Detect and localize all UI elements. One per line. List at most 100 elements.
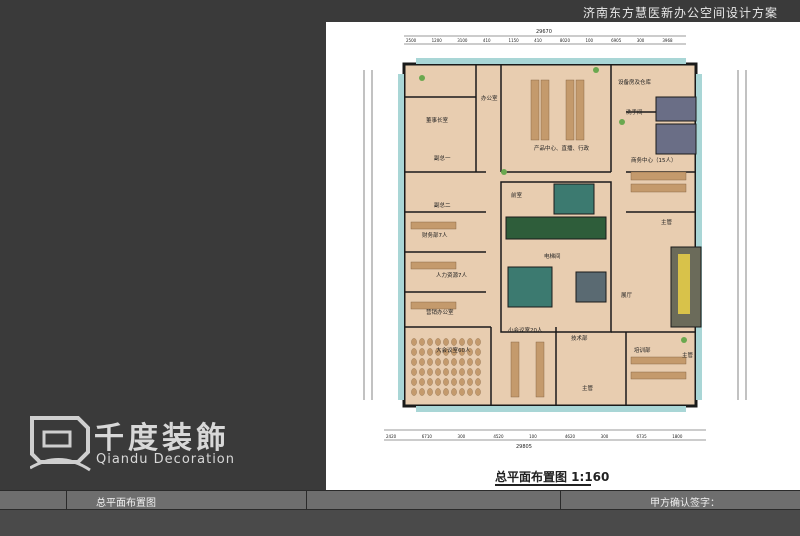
dimension-label: 1200 xyxy=(432,38,443,43)
seat xyxy=(427,358,433,366)
seat xyxy=(459,388,465,396)
client-signature-label: 甲方确认签字： xyxy=(650,498,720,509)
logo-text-en: Qiandu Decoration xyxy=(96,452,235,467)
dimension-label: 100 xyxy=(585,38,593,43)
room-supervisor-a: 主管 xyxy=(661,218,673,226)
seat xyxy=(419,338,425,346)
dimension-label: 6735 xyxy=(636,434,647,439)
room-tech: 技术部 xyxy=(571,334,588,342)
room-small-meeting: 小会议室20人 xyxy=(508,326,543,334)
seat xyxy=(459,378,465,386)
bar-divider xyxy=(560,490,561,510)
room-hr: 人力资源7人 xyxy=(436,271,467,279)
seat xyxy=(451,378,457,386)
bar-divider xyxy=(66,490,67,510)
room-marketing: 营销办公室 xyxy=(426,308,454,316)
room-equipment: 设备房及仓库 xyxy=(618,78,652,86)
dimension-label: 2420 xyxy=(386,434,397,439)
dimension-label: 410 xyxy=(534,38,542,43)
seat xyxy=(435,378,441,386)
seat xyxy=(467,368,473,376)
seat xyxy=(443,358,449,366)
seat xyxy=(475,348,481,356)
dimension-label: 300 xyxy=(601,434,609,439)
seat xyxy=(467,388,473,396)
drawing-name: 总平面布置图 xyxy=(96,498,156,509)
room-finance: 财务部7人 xyxy=(422,231,448,239)
footer-strip xyxy=(0,510,800,536)
room-vp-two: 副总二 xyxy=(434,201,451,209)
seat xyxy=(451,358,457,366)
caption-underline xyxy=(495,484,591,486)
seat xyxy=(427,348,433,356)
bottom-total-dim: 29805 xyxy=(516,444,532,450)
logo-text-cn: 千度装飾 xyxy=(94,421,230,456)
seat xyxy=(427,388,433,396)
dimension-label: 6905 xyxy=(611,38,622,43)
room-showroom: 展厅 xyxy=(621,292,633,299)
room-business-center: 商务中心（15人） xyxy=(631,156,677,164)
room-elevator-hall: 电梯间 xyxy=(544,252,561,260)
dimension-label: 3968 xyxy=(662,38,673,43)
seat xyxy=(419,388,425,396)
seat xyxy=(427,338,433,346)
seat xyxy=(443,338,449,346)
room-vp-one: 副总一 xyxy=(434,154,451,162)
seat xyxy=(435,358,441,366)
drawing-sheet: 29670 2500 1200 3100 410 1150 410 8020 100 6905 3… xyxy=(326,22,800,490)
seat xyxy=(443,368,449,376)
seat xyxy=(411,388,417,396)
seat xyxy=(475,338,481,346)
seat xyxy=(435,368,441,376)
dimension-label: 1150 xyxy=(509,38,520,43)
seat xyxy=(443,378,449,386)
seat xyxy=(435,388,441,396)
seat xyxy=(419,368,425,376)
dimension-label: 1800 xyxy=(672,434,683,439)
seat xyxy=(419,378,425,386)
seat xyxy=(427,368,433,376)
bottom-dimensions: 2420 6710 300 4520 100 4620 300 6735 1800 xyxy=(386,434,683,439)
seat xyxy=(459,368,465,376)
seat xyxy=(427,378,433,386)
seat xyxy=(411,338,417,346)
seat xyxy=(459,358,465,366)
dimension-label: 4520 xyxy=(493,434,504,439)
seat xyxy=(475,388,481,396)
room-product-center: 产品中心、直播、行政 xyxy=(534,144,590,152)
bar-divider xyxy=(306,490,307,510)
dimension-label: 100 xyxy=(529,434,537,439)
room-supervisor-c: 主管 xyxy=(682,351,694,359)
seat xyxy=(475,368,481,376)
seat xyxy=(411,348,417,356)
dimension-label: 300 xyxy=(458,434,466,439)
room-large-meeting: 大会议室60人 xyxy=(436,346,471,354)
dimension-label: 300 xyxy=(637,38,645,43)
seat xyxy=(419,348,425,356)
seat xyxy=(467,358,473,366)
seat xyxy=(467,338,473,346)
room-supervisor-b: 主管 xyxy=(582,384,594,392)
floor-plan: 29670 2500 1200 3100 410 1150 410 8020 100 6905 3… xyxy=(363,29,747,450)
seat xyxy=(435,338,441,346)
page: 济南东方慧医新办公空间设计方案 千度装飾 Qiandu Decoration 2… xyxy=(0,0,800,536)
seat xyxy=(459,338,465,346)
plan-caption: 总平面布置图 1:160 xyxy=(495,470,610,484)
project-title: 济南东方慧医新办公空间设计方案 xyxy=(582,6,778,20)
seat xyxy=(419,358,425,366)
dimension-label: 8020 xyxy=(560,38,571,43)
room-restroom: 洗手间 xyxy=(626,108,643,116)
room-office: 办公室 xyxy=(481,94,498,102)
dimension-label: 410 xyxy=(483,38,491,43)
dimension-label: 3100 xyxy=(457,38,468,43)
dimension-label: 4620 xyxy=(565,434,576,439)
room-chairman: 董事长室 xyxy=(426,116,449,124)
seat xyxy=(475,378,481,386)
room-anteroom: 前室 xyxy=(511,191,523,199)
seat xyxy=(467,378,473,386)
seat xyxy=(411,368,417,376)
top-dimensions: 2500 1200 3100 410 1150 410 8020 100 6905 300 3968 xyxy=(406,38,673,43)
seat xyxy=(443,388,449,396)
seat xyxy=(411,358,417,366)
top-total-dim: 29670 xyxy=(536,29,552,35)
